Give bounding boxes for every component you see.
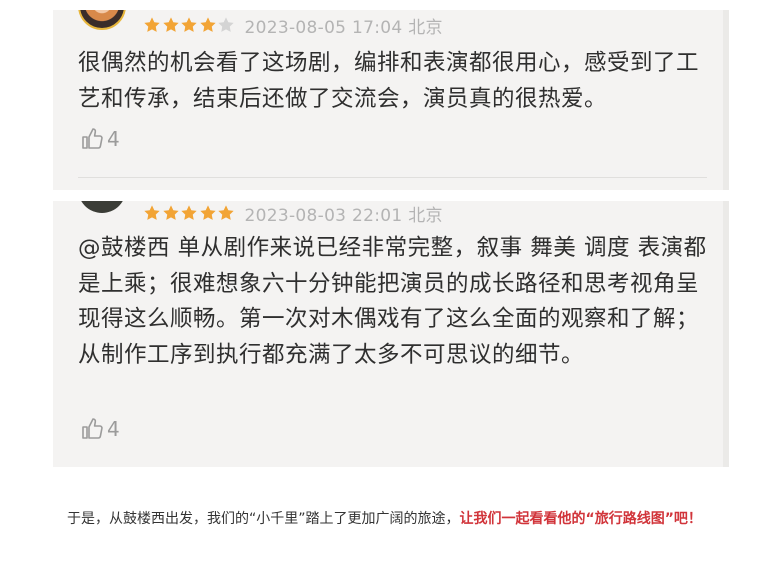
star-icon [218, 17, 234, 32]
thumbs-up-icon [82, 418, 103, 439]
card-edge [723, 201, 729, 467]
article-caption: 于是，从鼓楼西出发，我们的“小千里”踏上了更加广阔的旅途，让我们一起看看他的“旅… [67, 506, 727, 533]
like-button[interactable]: 4 [80, 417, 120, 441]
review-meta: 2023-08-05 17:04 北京 [143, 13, 443, 38]
star-icon [162, 17, 179, 32]
star-rating [143, 16, 236, 34]
card-edge [723, 10, 729, 190]
avatar[interactable] [78, 201, 126, 213]
review-card: 2023-08-03 22:01 北京 @鼓楼西 单从剧作来说已经非常完整，叙事… [53, 201, 729, 467]
thumbs-up-icon [82, 128, 103, 149]
star-icon [181, 205, 197, 220]
divider [78, 177, 707, 178]
like-count: 4 [107, 127, 120, 151]
star-icon [144, 205, 160, 220]
star-icon [144, 17, 160, 32]
caption-text: 于是，从鼓楼西出发，我们的“小千里”踏上了更加广阔的旅途， [67, 511, 460, 527]
star-rating [143, 204, 236, 222]
review-date: 2023-08-03 22:01 北京 [244, 205, 443, 226]
star-icon [181, 17, 197, 32]
review-date: 2023-08-05 17:04 北京 [244, 17, 443, 38]
caption-highlight: 让我们一起看看他的“旅行路线图”吧！ [459, 511, 702, 527]
like-count: 4 [107, 417, 120, 441]
review-meta: 2023-08-03 22:01 北京 [143, 201, 443, 226]
review-text: @鼓楼西 单从剧作来说已经非常完整，叙事 舞美 调度 表演都是上乘；很难想象六十… [78, 235, 707, 368]
like-button[interactable]: 4 [80, 127, 120, 151]
review-text: 很偶然的机会看了这场剧，编排和表演都很用心，感受到了工艺和传承，结束后还做了交流… [78, 50, 700, 112]
review-card: 2023-08-05 17:04 北京 很偶然的机会看了这场剧，编排和表演都很用… [53, 10, 729, 190]
star-icon [162, 205, 179, 220]
star-icon [199, 17, 216, 32]
avatar[interactable] [78, 10, 126, 30]
star-icon [199, 205, 216, 220]
star-icon [218, 205, 234, 220]
